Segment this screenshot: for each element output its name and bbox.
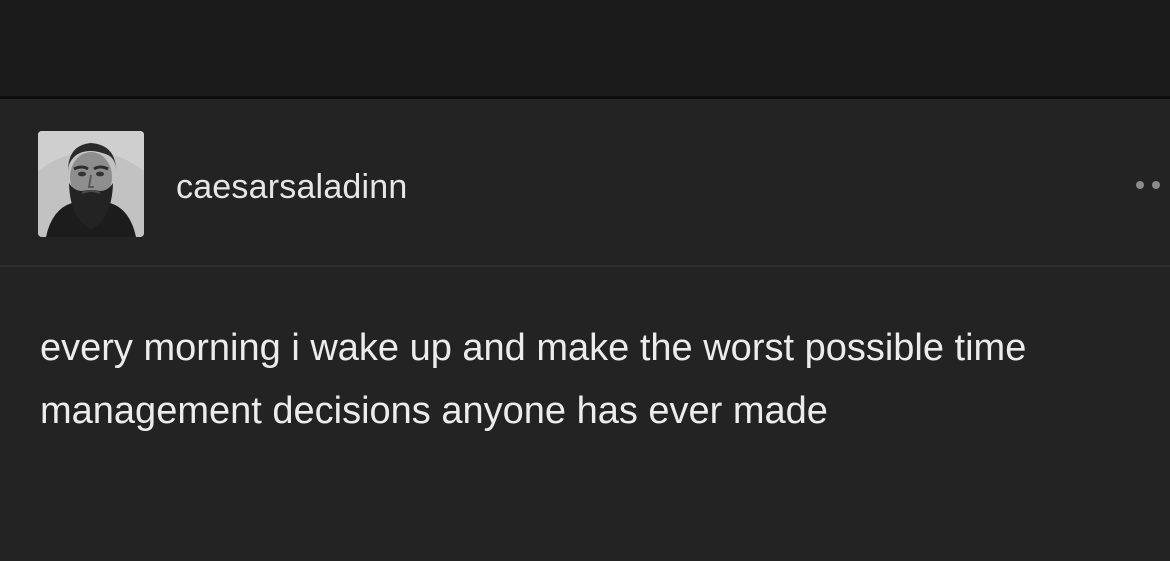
username-link[interactable]: caesarsaladinn xyxy=(176,167,408,207)
more-options-button[interactable] xyxy=(1132,175,1170,195)
post-card: caesarsaladinn every morning i wake up a… xyxy=(0,99,1170,561)
top-strip xyxy=(0,0,1170,97)
page: caesarsaladinn every morning i wake up a… xyxy=(0,0,1170,561)
post-body-text: every morning i wake up and make the wor… xyxy=(40,327,1027,432)
ellipsis-icon xyxy=(1152,181,1160,189)
header-divider xyxy=(0,265,1170,267)
avatar[interactable] xyxy=(38,131,144,237)
ellipsis-icon xyxy=(1136,181,1144,189)
bearded-man-portrait-icon xyxy=(38,131,144,237)
